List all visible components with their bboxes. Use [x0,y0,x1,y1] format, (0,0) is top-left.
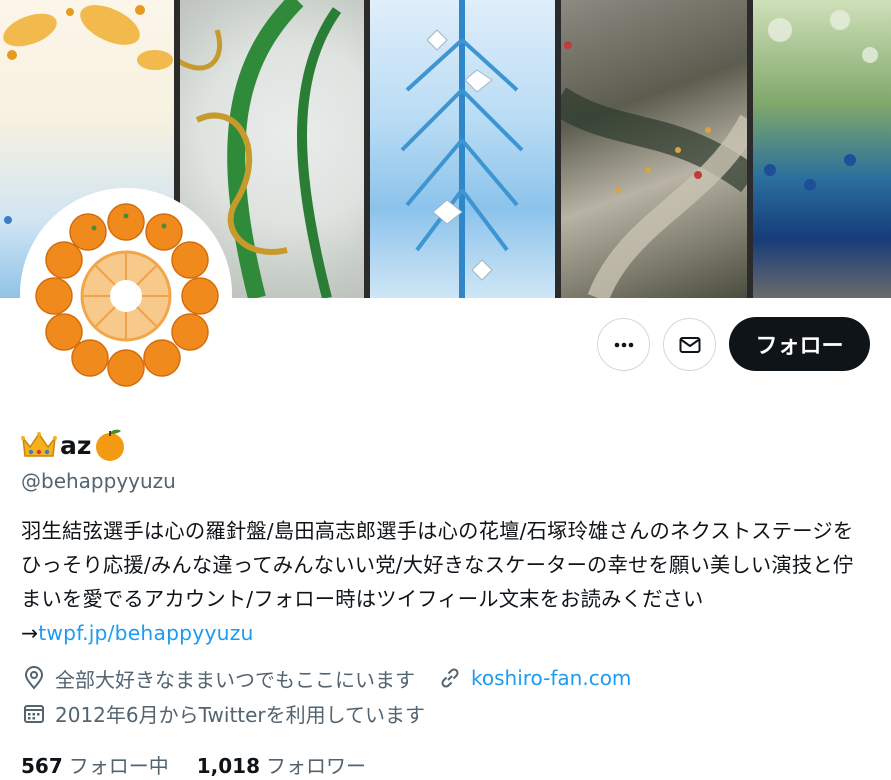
location-text: 全部大好きなままいつでもここにいます [55,667,415,692]
bio: 羽生結弦選手は心の羅針盤/島田高志郎選手は心の花壇/石塚玲雄さんのネクストステー… [21,514,871,650]
avatar[interactable] [24,192,228,396]
follow-stats: 567 フォロー中 1,018 フォロワー [21,750,394,779]
following-stat[interactable]: 567 フォロー中 [21,750,169,779]
display-name-row: az [21,425,127,465]
website-link[interactable]: koshiro-fan.com [471,666,631,690]
user-handle: @behappyyuzu [21,469,176,493]
orange-emoji-icon [96,429,125,461]
envelope-icon [679,336,700,353]
banner-panel-blue-feather [367,0,558,298]
joined-row: 2012年6月からTwitterを利用しています [21,698,425,728]
follow-button[interactable]: フォロー [729,317,870,371]
bio-link[interactable]: twpf.jp/behappyyuzu [38,621,253,645]
followers-stat[interactable]: 1,018 フォロワー [197,750,366,779]
following-count: 567 [21,754,63,778]
location-row: 全部大好きなままいつでもここにいます koshiro-fan.com [21,663,631,693]
link-icon [437,665,463,691]
following-label: フォロー中 [68,754,169,778]
display-name: az [60,430,92,460]
followers-label: フォロワー [266,754,367,778]
mandarin-ring-image [24,192,228,396]
banner-panel-gray-lace [558,0,750,298]
followers-count: 1,018 [196,754,261,778]
calendar-icon [21,700,47,726]
more-horizontal-icon [614,342,633,347]
message-button[interactable] [663,318,716,371]
more-button[interactable] [597,318,650,371]
banner-panel-green-blue-crystals [750,0,891,298]
joined-text: 2012年6月からTwitterを利用しています [55,702,426,727]
crown-emoji-icon [21,432,57,457]
location-pin-icon [21,665,47,691]
